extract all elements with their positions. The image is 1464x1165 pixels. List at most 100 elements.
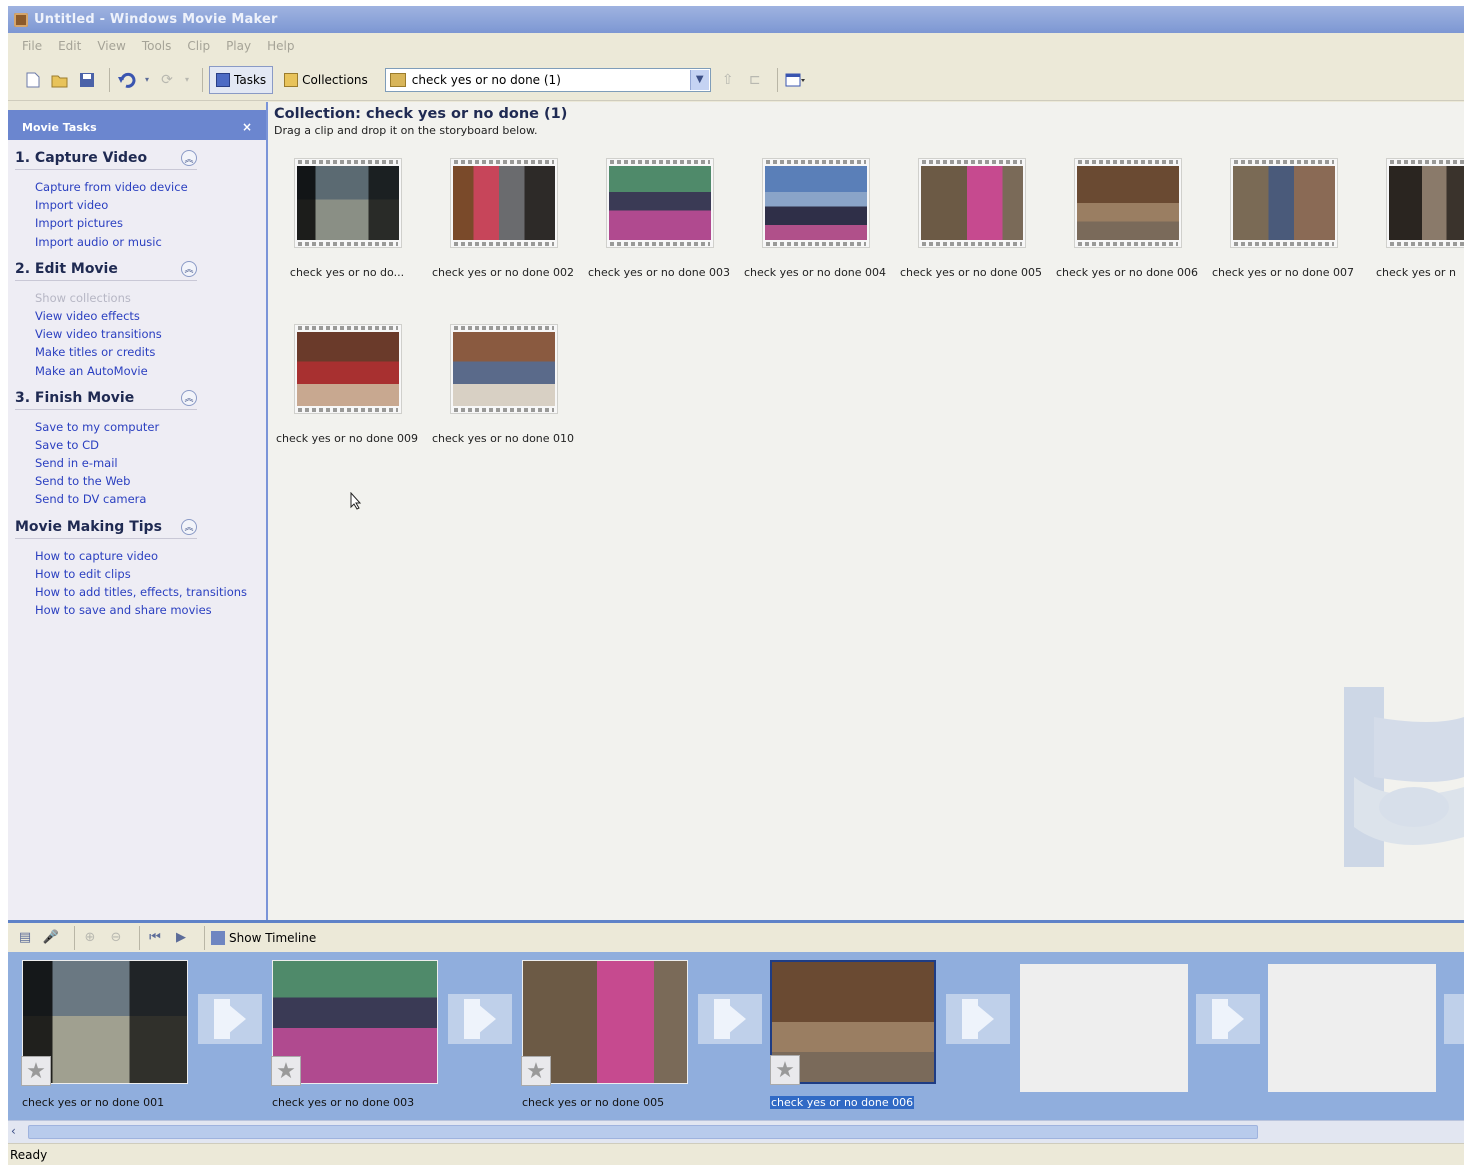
task-link-how-to-add-titles[interactable]: How to add titles, effects, transitions: [35, 583, 266, 601]
task-link-import-pictures[interactable]: Import pictures: [35, 214, 266, 232]
task-link-how-to-save-and-share[interactable]: How to save and share movies: [35, 601, 266, 619]
collapse-up-icon[interactable]: ︽: [181, 389, 197, 406]
task-link-how-to-capture-video[interactable]: How to capture video: [35, 547, 266, 565]
tasks-toggle-button[interactable]: Tasks: [209, 65, 274, 94]
collapse-up-icon[interactable]: ︽: [181, 518, 197, 535]
collection-clip[interactable]: check yes or no done 003: [584, 158, 734, 279]
collections-toggle-button[interactable]: Collections: [277, 66, 375, 94]
collection-clip[interactable]: check yes or no done 007: [1208, 158, 1358, 279]
close-icon[interactable]: ×: [242, 120, 252, 134]
menu-edit[interactable]: Edit: [58, 39, 81, 53]
menu-help[interactable]: Help: [267, 39, 294, 53]
narrate-timeline-icon[interactable]: 🎤: [42, 927, 60, 949]
menu-tools[interactable]: Tools: [142, 39, 172, 53]
clip-label: check yes or no done 004: [743, 266, 887, 279]
new-project-icon[interactable]: [22, 69, 44, 91]
window-title: Untitled - Windows Movie Maker: [34, 12, 278, 27]
task-group-header: 2. Edit Movie ︽: [15, 260, 197, 281]
star-icon[interactable]: ★: [21, 1056, 51, 1086]
undo-dropdown-icon[interactable]: ▾: [143, 69, 151, 91]
collection-clip[interactable]: check yes or no done 010: [428, 324, 578, 445]
collection-clip[interactable]: check yes or no done 009: [272, 324, 422, 445]
title-bar[interactable]: Untitled - Windows Movie Maker: [8, 6, 1464, 33]
storyboard-clip-thumbnail: ★: [271, 960, 438, 1086]
transition-slot[interactable]: [946, 994, 1010, 1044]
storyboard[interactable]: ★ check yes or no done 001 ★ check yes o…: [8, 952, 1464, 1120]
zoom-in-icon[interactable]: ⊕: [81, 927, 99, 949]
set-audio-levels-icon[interactable]: ▤: [16, 927, 34, 949]
transition-slot[interactable]: [698, 994, 762, 1044]
menu-clip[interactable]: Clip: [187, 39, 210, 53]
task-group-title[interactable]: Movie Making Tips: [15, 519, 162, 535]
collection-contents-pane[interactable]: Collection: check yes or no done (1) Dra…: [268, 102, 1464, 920]
task-group-title[interactable]: 1. Capture Video: [15, 150, 147, 166]
new-collection-folder-icon[interactable]: ⊏: [744, 69, 766, 91]
task-link-save-to-cd[interactable]: Save to CD: [35, 436, 266, 454]
storyboard-clip-selected[interactable]: ★ check yes or no done 006: [770, 960, 938, 1120]
empty-storyboard-slot[interactable]: [1020, 964, 1188, 1092]
task-link-view-video-effects[interactable]: View video effects: [35, 307, 266, 325]
undo-icon[interactable]: [116, 69, 138, 91]
save-project-icon[interactable]: [76, 69, 98, 91]
redo-icon[interactable]: ⟳: [156, 69, 178, 91]
task-link-make-automovie[interactable]: Make an AutoMovie: [35, 362, 266, 380]
task-link-send-in-email[interactable]: Send in e-mail: [35, 454, 266, 472]
open-project-icon[interactable]: [49, 69, 71, 91]
scrollbar-thumb[interactable]: [28, 1125, 1258, 1139]
redo-dropdown-icon[interactable]: ▾: [183, 69, 191, 91]
collection-clip[interactable]: check yes or no done 002: [428, 158, 578, 279]
transition-slot[interactable]: [1444, 994, 1464, 1044]
transition-slot[interactable]: [198, 994, 262, 1044]
task-link-save-to-my-computer[interactable]: Save to my computer: [35, 418, 266, 436]
star-icon[interactable]: ★: [770, 1055, 800, 1085]
storyboard-clip[interactable]: ★ check yes or no done 005: [521, 960, 690, 1120]
scroll-left-icon[interactable]: ‹: [11, 1124, 16, 1138]
menu-bar: File Edit View Tools Clip Play Help: [8, 33, 1464, 59]
transition-slot[interactable]: [448, 994, 512, 1044]
storyboard-clip[interactable]: ★ check yes or no done 001: [21, 960, 190, 1120]
rewind-storyboard-icon[interactable]: ⏮: [146, 927, 164, 949]
collection-clip[interactable]: check yes or no do...: [272, 158, 422, 279]
collection-clip[interactable]: check yes or no done 006: [1052, 158, 1202, 279]
task-link-send-to-dv-camera[interactable]: Send to DV camera: [35, 490, 266, 508]
transition-arrow-icon: [1220, 999, 1244, 1039]
task-link-make-titles-or-credits[interactable]: Make titles or credits: [35, 343, 266, 361]
clip-label: check yes or no done 005: [899, 266, 1043, 279]
storyboard-clip-label: check yes or no done 005: [522, 1096, 665, 1109]
transition-slot[interactable]: [1196, 994, 1260, 1044]
task-link-send-to-web[interactable]: Send to the Web: [35, 472, 266, 490]
menu-play[interactable]: Play: [226, 39, 251, 53]
collection-clip[interactable]: check yes or n: [1364, 158, 1464, 279]
transition-arrow-icon: [970, 999, 994, 1039]
collection-clip[interactable]: check yes or no done 004: [740, 158, 890, 279]
menu-file[interactable]: File: [22, 39, 42, 53]
star-icon[interactable]: ★: [271, 1056, 301, 1086]
chevron-down-icon[interactable]: ▼: [689, 69, 709, 90]
empty-storyboard-slot[interactable]: [1268, 964, 1436, 1092]
views-icon[interactable]: [784, 69, 806, 91]
task-group-title[interactable]: 3. Finish Movie: [15, 390, 134, 406]
play-storyboard-icon[interactable]: ▶: [172, 927, 190, 949]
task-link-how-to-edit-clips[interactable]: How to edit clips: [35, 565, 266, 583]
task-group-title[interactable]: 2. Edit Movie: [15, 261, 118, 277]
clip-label: check yes or no done 003: [587, 266, 731, 279]
storyboard-clip[interactable]: ★ check yes or no done 003: [271, 960, 440, 1120]
menu-view[interactable]: View: [97, 39, 125, 53]
task-link-capture-from-video-device[interactable]: Capture from video device: [35, 178, 266, 196]
zoom-out-icon[interactable]: ⊖: [107, 927, 125, 949]
up-one-level-icon[interactable]: ⇧: [717, 69, 739, 91]
task-link-import-video[interactable]: Import video: [35, 196, 266, 214]
collapse-up-icon[interactable]: ︽: [181, 150, 197, 166]
task-group-header: Movie Making Tips ︽: [15, 518, 197, 539]
collection-dropdown[interactable]: check yes or no done (1) ▼: [384, 67, 711, 92]
collection-hint: Drag a clip and drop it on the storyboar…: [274, 124, 538, 137]
task-link-import-audio[interactable]: Import audio or music: [35, 233, 266, 251]
task-link-view-video-transitions[interactable]: View video transitions: [35, 325, 266, 343]
show-timeline-button[interactable]: Show Timeline: [211, 930, 316, 945]
collapse-up-icon[interactable]: ︽: [181, 260, 197, 277]
task-group-capture-video: 1. Capture Video ︽ Capture from video de…: [8, 150, 266, 251]
collection-clip[interactable]: check yes or no done 005: [896, 158, 1046, 279]
storyboard-horizontal-scrollbar[interactable]: ‹: [8, 1120, 1464, 1143]
task-group-header: 3. Finish Movie ︽: [15, 389, 197, 410]
star-icon[interactable]: ★: [521, 1056, 551, 1086]
